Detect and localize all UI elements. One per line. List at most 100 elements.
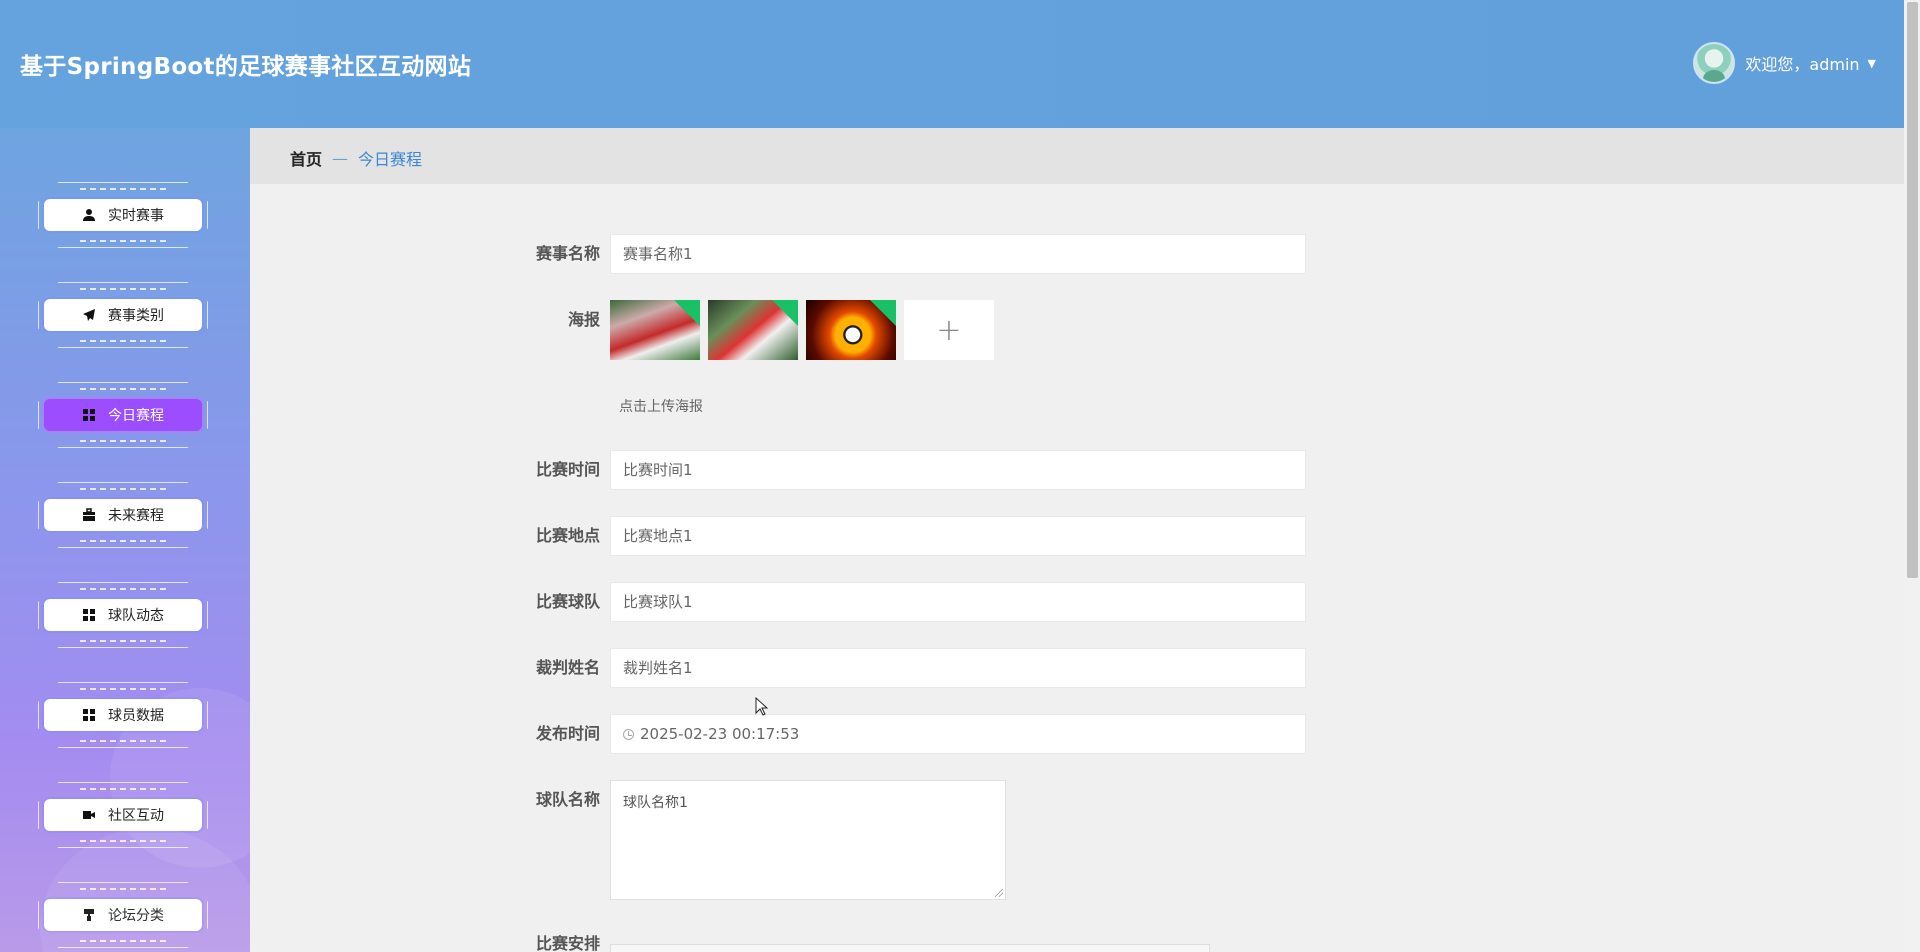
form-row-publish-time: 发布时间 2025-02-23 00:17:53 <box>500 714 1306 754</box>
breadcrumb-current: 今日赛程 <box>358 150 423 169</box>
match-team-input[interactable]: 比赛球队1 <box>610 582 1306 622</box>
grid-icon <box>82 608 96 622</box>
user-menu[interactable]: 欢迎您，admin ▼ <box>1693 42 1876 84</box>
success-corner-icon <box>674 300 700 326</box>
nav-button[interactable]: 未来赛程 <box>44 499 202 531</box>
nav-button[interactable]: 赛事类别 <box>44 299 202 331</box>
breadcrumb-home[interactable]: 首页 <box>290 146 322 170</box>
sidebar-item-label: 球员数据 <box>108 708 164 724</box>
field-label: 比赛时间 <box>535 460 600 479</box>
success-corner-icon <box>772 300 798 326</box>
nav-dash <box>80 788 166 790</box>
field-label: 比赛安排 <box>535 934 600 952</box>
poster-upload-hint: 点击上传海报 <box>619 399 703 415</box>
sidebar-item-future-schedule[interactable]: 未来赛程 <box>38 482 208 548</box>
form-row-team-name: 球队名称 球队名称1 <box>500 780 1006 900</box>
form-row-match-team: 比赛球队 比赛球队1 <box>500 582 1306 622</box>
nav-dash <box>80 640 166 642</box>
user-icon <box>82 208 96 222</box>
sidebar-item-label: 今日赛程 <box>108 408 164 424</box>
form-row-match-place: 比赛地点 比赛地点1 <box>500 516 1306 556</box>
nav-dash <box>80 488 166 490</box>
sidebar-item-label: 实时赛事 <box>108 208 164 224</box>
sidebar-item-label: 球队动态 <box>108 608 164 624</box>
sidebar-item-label: 赛事类别 <box>108 308 164 324</box>
nav-dash <box>80 388 166 390</box>
nav-dash <box>80 840 166 842</box>
publish-time-value: 2025-02-23 00:17:53 <box>640 725 800 743</box>
field-label: 海报 <box>567 310 600 329</box>
nav-dash <box>80 540 166 542</box>
breadcrumb: 首页 — 今日赛程 <box>250 128 1904 184</box>
grid-icon <box>82 708 96 722</box>
upload-plus-button[interactable]: + <box>904 300 994 360</box>
sidebar-item-label: 社区互动 <box>108 808 164 824</box>
nav-button[interactable]: 论坛分类 <box>44 899 202 931</box>
paint-roller-icon <box>82 908 96 922</box>
nav-frame <box>38 882 208 948</box>
nav-button[interactable]: 球员数据 <box>44 699 202 731</box>
nav-dash <box>80 440 166 442</box>
poster-list: + <box>610 300 994 360</box>
form-row-poster: 海报 + <box>500 300 994 360</box>
welcome-text[interactable]: 欢迎您，admin <box>1745 51 1859 75</box>
sidebar-item-today-schedule[interactable]: 今日赛程 <box>38 382 208 448</box>
nav-dash <box>80 340 166 342</box>
nav-dash <box>80 940 166 942</box>
nav-dash <box>80 588 166 590</box>
scrollbar-thumb[interactable] <box>1907 2 1918 578</box>
poster-thumbnail[interactable] <box>610 300 700 360</box>
resize-grip-icon[interactable] <box>995 889 1003 897</box>
nav-button[interactable]: 今日赛程 <box>44 399 202 431</box>
team-name-value: 球队名称1 <box>623 795 688 811</box>
sidebar: 实时赛事 赛事类别 今日赛程 未来赛程 球队动态 球员数据 社区互动 论坛分类 <box>0 128 250 952</box>
poster-thumbnail[interactable] <box>806 300 896 360</box>
event-name-input[interactable]: 赛事名称1 <box>610 234 1306 274</box>
grid-icon <box>82 408 96 422</box>
site-title: 基于SpringBoot的足球赛事社区互动网站 <box>20 54 472 80</box>
paper-plane-icon <box>82 308 96 322</box>
publish-time-picker[interactable]: 2025-02-23 00:17:53 <box>610 714 1306 754</box>
match-place-input[interactable]: 比赛地点1 <box>610 516 1306 556</box>
nav-button[interactable]: 社区互动 <box>44 799 202 831</box>
top-header: 基于SpringBoot的足球赛事社区互动网站 欢迎您，admin ▼ <box>0 0 1904 128</box>
form-row-match-time: 比赛时间 比赛时间1 <box>500 450 1306 490</box>
form-row-schedule: 比赛安排 <box>500 928 1210 952</box>
avatar[interactable] <box>1693 42 1736 84</box>
sidebar-item-event-categories[interactable]: 赛事类别 <box>38 282 208 348</box>
field-label: 裁判姓名 <box>535 658 600 677</box>
sidebar-item-community[interactable]: 社区互动 <box>38 782 208 848</box>
nav-dash <box>80 688 166 690</box>
field-label: 比赛球队 <box>535 592 600 611</box>
team-name-textarea[interactable]: 球队名称1 <box>610 780 1006 900</box>
field-label: 赛事名称 <box>535 244 600 263</box>
page-scrollbar[interactable] <box>1904 0 1920 952</box>
field-label: 比赛地点 <box>535 526 600 545</box>
briefcase-icon <box>82 508 96 522</box>
schedule-editor[interactable] <box>610 944 1210 952</box>
field-label: 发布时间 <box>535 724 600 743</box>
sidebar-item-label: 未来赛程 <box>108 508 164 524</box>
nav-dash <box>80 288 166 290</box>
clock-icon <box>623 729 634 740</box>
sidebar-item-player-data[interactable]: 球员数据 <box>38 682 208 748</box>
breadcrumb-separator: — <box>332 148 349 168</box>
video-camera-icon <box>82 808 96 822</box>
caret-down-icon[interactable]: ▼ <box>1868 57 1876 70</box>
sidebar-item-label: 论坛分类 <box>108 908 164 924</box>
sidebar-item-live-matches[interactable]: 实时赛事 <box>38 182 208 248</box>
field-label: 球队名称 <box>535 790 600 809</box>
form-row-event-name: 赛事名称 赛事名称1 <box>500 234 1306 274</box>
referee-name-input[interactable]: 裁判姓名1 <box>610 648 1306 688</box>
nav-button[interactable]: 实时赛事 <box>44 199 202 231</box>
sidebar-item-team-news[interactable]: 球队动态 <box>38 582 208 648</box>
poster-thumbnail[interactable] <box>708 300 798 360</box>
nav-dash <box>80 740 166 742</box>
success-corner-icon <box>870 300 896 326</box>
match-time-input[interactable]: 比赛时间1 <box>610 450 1306 490</box>
sidebar-item-forum-categories[interactable]: 论坛分类 <box>38 882 208 948</box>
form-row-referee: 裁判姓名 裁判姓名1 <box>500 648 1306 688</box>
nav-dash <box>80 888 166 890</box>
nav-dash <box>80 188 166 190</box>
nav-button[interactable]: 球队动态 <box>44 599 202 631</box>
